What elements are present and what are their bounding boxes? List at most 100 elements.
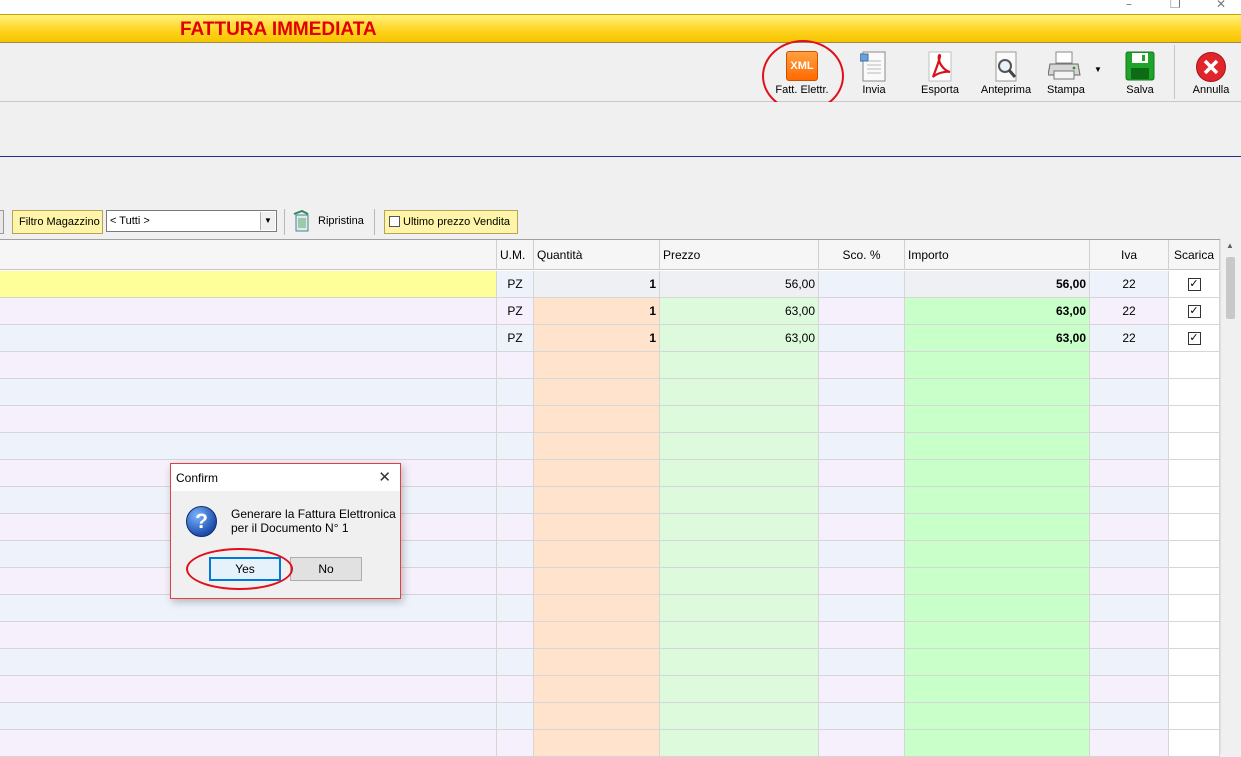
scrollbar-thumb[interactable] xyxy=(1226,257,1235,319)
cell-importo[interactable] xyxy=(905,568,1090,595)
cell-quantita[interactable] xyxy=(534,352,660,379)
cell-quantita[interactable] xyxy=(534,460,660,487)
cell-importo[interactable] xyxy=(905,703,1090,730)
annulla-button[interactable]: Annulla xyxy=(1188,49,1234,101)
cell-prezzo[interactable] xyxy=(660,622,819,649)
cell-quantita[interactable] xyxy=(534,541,660,568)
cell-sconto[interactable] xyxy=(819,325,905,352)
cell-um[interactable]: PZ xyxy=(497,325,534,352)
cell-um[interactable] xyxy=(497,568,534,595)
ultimo-prezzo-vendita-toggle[interactable]: Ultimo prezzo Vendita xyxy=(384,210,518,234)
cell-iva[interactable] xyxy=(1090,406,1169,433)
table-row[interactable] xyxy=(0,352,1220,379)
cell-sconto[interactable] xyxy=(819,676,905,703)
cell-prezzo[interactable] xyxy=(660,595,819,622)
column-header-scarica[interactable]: Scarica xyxy=(1169,240,1220,270)
cell-scarica[interactable] xyxy=(1169,487,1220,514)
cell-description[interactable] xyxy=(0,676,497,703)
cell-importo[interactable] xyxy=(905,487,1090,514)
cell-prezzo[interactable] xyxy=(660,514,819,541)
cell-quantita[interactable] xyxy=(534,622,660,649)
cell-iva[interactable]: 22 xyxy=(1090,298,1169,325)
cell-sconto[interactable] xyxy=(819,649,905,676)
cell-importo[interactable]: 63,00 xyxy=(905,325,1090,352)
cell-importo[interactable] xyxy=(905,514,1090,541)
invia-button[interactable]: Invia xyxy=(850,49,898,101)
cell-um[interactable] xyxy=(497,433,534,460)
cell-iva[interactable] xyxy=(1090,487,1169,514)
cell-scarica[interactable] xyxy=(1169,541,1220,568)
cell-sconto[interactable] xyxy=(819,703,905,730)
cell-iva[interactable] xyxy=(1090,514,1169,541)
column-header-um[interactable]: U.M. xyxy=(497,240,534,270)
no-button[interactable]: No xyxy=(290,557,362,581)
cell-importo[interactable] xyxy=(905,676,1090,703)
fatt-elettr-button[interactable]: XML Fatt. Elettr. xyxy=(770,49,834,101)
cell-iva[interactable] xyxy=(1090,703,1169,730)
cell-um[interactable] xyxy=(497,352,534,379)
cell-sconto[interactable] xyxy=(819,622,905,649)
cell-um[interactable]: PZ xyxy=(497,298,534,325)
cell-um[interactable]: PZ xyxy=(497,271,534,298)
cell-iva[interactable] xyxy=(1090,460,1169,487)
column-header-iva[interactable]: Iva xyxy=(1090,240,1169,270)
cell-um[interactable] xyxy=(497,703,534,730)
cell-sconto[interactable] xyxy=(819,379,905,406)
cell-scarica[interactable] xyxy=(1169,406,1220,433)
cell-scarica[interactable] xyxy=(1169,514,1220,541)
cell-prezzo[interactable]: 63,00 xyxy=(660,325,819,352)
cell-sconto[interactable] xyxy=(819,352,905,379)
cell-iva[interactable]: 22 xyxy=(1090,325,1169,352)
cell-importo[interactable] xyxy=(905,595,1090,622)
column-header-description[interactable] xyxy=(0,240,497,270)
cell-description[interactable] xyxy=(0,622,497,649)
cell-scarica[interactable] xyxy=(1169,649,1220,676)
cell-prezzo[interactable] xyxy=(660,676,819,703)
cell-importo[interactable] xyxy=(905,460,1090,487)
scroll-up-icon[interactable]: ▲ xyxy=(1226,241,1234,250)
cell-prezzo[interactable]: 56,00 xyxy=(660,271,819,298)
cell-importo[interactable]: 63,00 xyxy=(905,298,1090,325)
cell-quantita[interactable] xyxy=(534,595,660,622)
column-header-prezzo[interactable]: Prezzo xyxy=(660,240,819,270)
table-row[interactable] xyxy=(0,406,1220,433)
cell-quantita[interactable]: 1 xyxy=(534,298,660,325)
cell-quantita[interactable] xyxy=(534,379,660,406)
close-window-icon[interactable]: ✕ xyxy=(1216,0,1226,11)
cell-importo[interactable] xyxy=(905,379,1090,406)
cell-iva[interactable] xyxy=(1090,649,1169,676)
column-header-importo[interactable]: Importo xyxy=(905,240,1090,270)
cell-scarica[interactable]: ✓ xyxy=(1169,271,1220,298)
cell-description[interactable] xyxy=(0,649,497,676)
cell-sconto[interactable] xyxy=(819,514,905,541)
cell-description[interactable] xyxy=(0,703,497,730)
cell-prezzo[interactable] xyxy=(660,541,819,568)
vertical-scrollbar[interactable]: ▲ xyxy=(1220,239,1241,753)
cell-scarica[interactable] xyxy=(1169,379,1220,406)
cell-sconto[interactable] xyxy=(819,568,905,595)
cell-description[interactable] xyxy=(0,325,497,352)
cell-scarica[interactable] xyxy=(1169,703,1220,730)
cell-iva[interactable] xyxy=(1090,676,1169,703)
scarica-checkbox[interactable]: ✓ xyxy=(1187,305,1201,319)
cell-description[interactable] xyxy=(0,379,497,406)
cell-um[interactable] xyxy=(497,487,534,514)
table-row[interactable] xyxy=(0,595,1220,622)
ultimo-prezzo-checkbox[interactable] xyxy=(389,216,400,227)
cell-iva[interactable] xyxy=(1090,379,1169,406)
close-icon[interactable]: ✕ xyxy=(378,468,391,486)
anteprima-button[interactable]: Anteprima xyxy=(978,49,1034,101)
restore-icon[interactable]: ❐ xyxy=(1170,0,1181,11)
cell-scarica[interactable]: ✓ xyxy=(1169,325,1220,352)
table-row[interactable]: PZ 1 56,00 56,00 22 ✓ xyxy=(0,271,1220,298)
cell-importo[interactable] xyxy=(905,406,1090,433)
cell-um[interactable] xyxy=(497,406,534,433)
cell-scarica[interactable] xyxy=(1169,352,1220,379)
cell-prezzo[interactable] xyxy=(660,487,819,514)
cell-prezzo[interactable] xyxy=(660,703,819,730)
cell-um[interactable] xyxy=(497,595,534,622)
table-row[interactable] xyxy=(0,433,1220,460)
yes-button[interactable]: Yes xyxy=(209,557,281,581)
cell-um[interactable] xyxy=(497,541,534,568)
cell-scarica[interactable] xyxy=(1169,676,1220,703)
